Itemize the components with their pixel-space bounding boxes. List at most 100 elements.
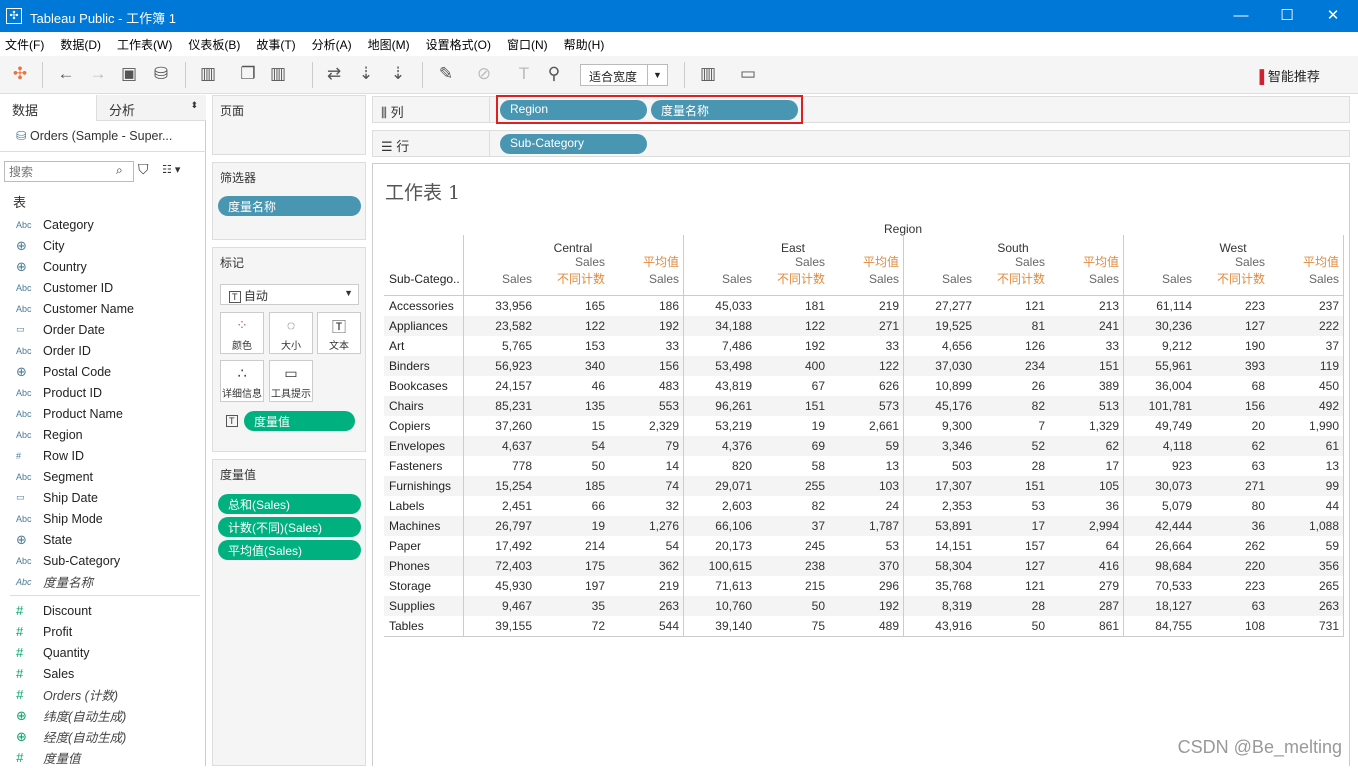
forward-icon[interactable]: → bbox=[86, 64, 110, 84]
menu-item[interactable]: 故事(T) bbox=[251, 32, 301, 56]
mv-pill[interactable]: 总和(Sales) bbox=[218, 494, 361, 514]
field-item[interactable]: # Orders (计数) bbox=[16, 684, 201, 705]
tableau-home-icon[interactable]: ✣ bbox=[8, 64, 32, 84]
labels-icon[interactable]: T bbox=[512, 64, 536, 84]
presentation-icon[interactable]: ▭ bbox=[736, 64, 760, 84]
field-item[interactable]: Abc Product ID bbox=[16, 382, 201, 403]
field-item[interactable]: ⊕ Country bbox=[16, 256, 201, 277]
save-icon[interactable]: ▣ bbox=[117, 64, 141, 84]
sort-descending-icon[interactable]: ⇣ bbox=[386, 64, 410, 84]
menu-item[interactable]: 数据(D) bbox=[55, 32, 107, 56]
filter-icon[interactable]: ⛉ bbox=[138, 161, 149, 178]
table-cell: 46 bbox=[591, 379, 605, 393]
field-item[interactable]: Abc Sub-Category bbox=[16, 550, 201, 571]
field-item[interactable]: ⊕ City bbox=[16, 235, 201, 256]
field-item[interactable]: Abc Segment bbox=[16, 466, 201, 487]
field-item[interactable]: Abc Product Name bbox=[16, 403, 201, 424]
search-icon: ⌕ bbox=[116, 163, 123, 177]
menu-item[interactable]: 仪表板(B) bbox=[183, 32, 246, 56]
maximize-button[interactable]: ☐ bbox=[1264, 0, 1310, 32]
table-cell: 103 bbox=[878, 479, 899, 493]
menu-item[interactable]: 地图(M) bbox=[363, 32, 416, 56]
field-item[interactable]: # Row ID bbox=[16, 445, 201, 466]
table-cell: 20 bbox=[1251, 419, 1265, 433]
tab-data[interactable]: 数据 bbox=[0, 95, 96, 121]
menu-item[interactable]: 工作表(W) bbox=[112, 32, 178, 56]
field-item[interactable]: # Profit bbox=[16, 621, 201, 642]
field-item[interactable]: ⊕ 经度(自动生成) bbox=[16, 726, 201, 747]
table-cell: 573 bbox=[878, 399, 899, 413]
swap-icon[interactable]: ⇄ bbox=[322, 64, 346, 84]
close-button[interactable]: ✕ bbox=[1310, 0, 1356, 32]
field-item[interactable]: Abc Order ID bbox=[16, 340, 201, 361]
string-icon: Abc bbox=[16, 282, 32, 293]
detail-button[interactable]: ∴ 详细信息 bbox=[220, 360, 264, 402]
color-button[interactable]: ⁘ 颜色 bbox=[220, 312, 264, 354]
field-item[interactable]: # 度量值 bbox=[16, 747, 201, 768]
field-item[interactable]: Abc 度量名称 bbox=[16, 571, 201, 592]
table-cell: 45,176 bbox=[935, 399, 972, 413]
table-cell: 271 bbox=[878, 319, 899, 333]
text-button[interactable]: 🅃 文本 bbox=[317, 312, 361, 354]
measure-header: Sales bbox=[1088, 272, 1119, 286]
table-cell: 14 bbox=[665, 459, 679, 473]
clear-sheet-icon[interactable]: ▥ bbox=[266, 64, 290, 84]
pin-icon[interactable]: ⚲ bbox=[542, 64, 566, 84]
show-me-button[interactable]: ▐ 智能推荐 bbox=[1255, 66, 1320, 85]
field-item[interactable]: Abc Ship Mode bbox=[16, 508, 201, 529]
field-item[interactable]: ▭ Ship Date bbox=[16, 487, 201, 508]
menu-item[interactable]: 文件(F) bbox=[0, 32, 50, 56]
search-input[interactable] bbox=[4, 161, 134, 182]
filter-pill[interactable]: 度量名称 bbox=[218, 196, 361, 216]
view-options-icon[interactable]: ☷ ▾ bbox=[162, 163, 180, 176]
table-cell: 50 bbox=[591, 459, 605, 473]
table-cell: 9,212 bbox=[1161, 339, 1192, 353]
table-cell: 39,140 bbox=[715, 619, 752, 633]
rows-shelf[interactable]: ☰ 行 Sub-Category bbox=[372, 130, 1350, 157]
menu-item[interactable]: 设置格式(O) bbox=[421, 32, 497, 56]
size-button[interactable]: ◌ 大小 bbox=[269, 312, 313, 354]
field-item[interactable]: ⊕ Postal Code bbox=[16, 361, 201, 382]
menu-item[interactable]: 帮助(H) bbox=[559, 32, 611, 56]
tooltip-button[interactable]: ▭ 工具提示 bbox=[269, 360, 313, 402]
field-item[interactable]: # Discount bbox=[16, 600, 201, 621]
menu-item[interactable]: 分析(A) bbox=[307, 32, 358, 56]
table-cell: 192 bbox=[804, 339, 825, 353]
fit-dropdown[interactable]: 适合宽度 ▼ bbox=[580, 64, 668, 86]
tab-analysis[interactable]: 分析 ⬍ bbox=[96, 95, 206, 121]
field-item[interactable]: ▭ Order Date bbox=[16, 319, 201, 340]
divider bbox=[1343, 235, 1344, 637]
mark-type-dropdown[interactable]: T 自动 ▼ bbox=[220, 284, 359, 305]
minimize-button[interactable]: — bbox=[1218, 0, 1264, 32]
sort-ascending-icon[interactable]: ⇣ bbox=[354, 64, 378, 84]
field-item[interactable]: # Sales bbox=[16, 663, 201, 684]
pages-card[interactable]: 页面 bbox=[212, 95, 366, 155]
datasource-item[interactable]: ⛁ Orders (Sample - Super... bbox=[16, 128, 202, 150]
field-item[interactable]: Abc Customer Name bbox=[16, 298, 201, 319]
sub-category-pill[interactable]: Sub-Category bbox=[500, 134, 647, 154]
field-item[interactable]: Abc Customer ID bbox=[16, 277, 201, 298]
mv-pill[interactable]: 平均值(Sales) bbox=[218, 540, 361, 560]
field-item[interactable]: Abc Category bbox=[16, 214, 201, 235]
show-cards-icon[interactable]: ▥ bbox=[696, 64, 720, 84]
field-item[interactable]: # Quantity bbox=[16, 642, 201, 663]
menu-item[interactable]: 窗口(N) bbox=[502, 32, 554, 56]
marks-measure-values-pill[interactable]: 度量值 bbox=[244, 411, 355, 431]
watermark: CSDN @Be_melting bbox=[1177, 737, 1342, 757]
table-cell: 18,127 bbox=[1155, 599, 1192, 613]
highlight-icon[interactable]: ✎ bbox=[434, 64, 458, 84]
table-cell: 192 bbox=[658, 319, 679, 333]
field-item[interactable]: Abc Region bbox=[16, 424, 201, 445]
table-cell: 59 bbox=[1325, 539, 1339, 553]
mv-pill[interactable]: 计数(不同)(Sales) bbox=[218, 517, 361, 537]
new-datasource-icon[interactable]: ⛁ bbox=[149, 64, 173, 84]
new-worksheet-icon[interactable]: ▥ bbox=[196, 64, 220, 84]
string-icon: Abc bbox=[16, 387, 32, 398]
back-icon[interactable]: ← bbox=[54, 64, 78, 84]
table-cell: 122 bbox=[584, 319, 605, 333]
field-item[interactable]: ⊕ 纬度(自动生成) bbox=[16, 705, 201, 726]
filters-card[interactable]: 筛选器 度量名称 bbox=[212, 162, 366, 240]
duplicate-sheet-icon[interactable]: ❐ bbox=[236, 64, 260, 84]
field-item[interactable]: ⊕ State bbox=[16, 529, 201, 550]
group-icon[interactable]: ⊘ bbox=[472, 64, 496, 84]
